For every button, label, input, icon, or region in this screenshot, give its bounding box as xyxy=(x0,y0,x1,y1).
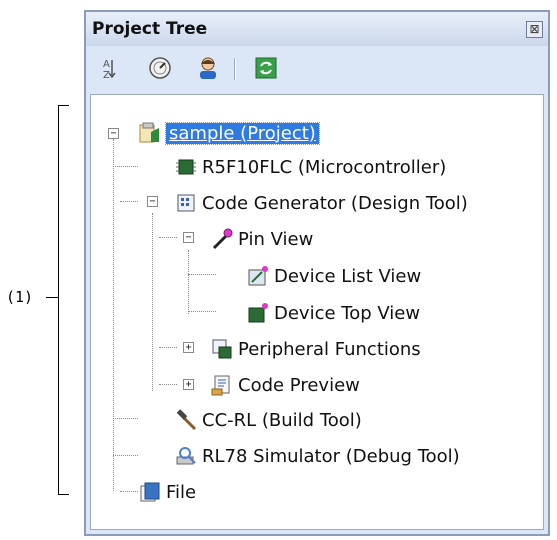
microcontroller-icon xyxy=(176,159,196,175)
tree-item-debug-tool[interactable]: RL78 Simulator (Debug Tool) xyxy=(175,443,460,469)
tree-connector xyxy=(188,274,216,275)
code-generator-icon xyxy=(177,194,195,212)
tree-item-label: File xyxy=(166,481,197,503)
peripheral-functions-expand-toggle[interactable]: + xyxy=(183,342,194,353)
user-button[interactable] xyxy=(196,56,220,80)
tree-connector xyxy=(159,347,177,348)
code-generator-collapse-toggle[interactable]: − xyxy=(147,196,158,207)
toolbar-separator xyxy=(234,58,236,80)
tree-item-label: Code Preview xyxy=(238,374,360,396)
debug-tool-icon xyxy=(176,447,196,465)
project-tree: − − − + + + sample (Project) R5F10FLC (M… xyxy=(90,94,544,530)
panel-title: Project Tree xyxy=(92,19,208,39)
close-button[interactable]: ⊠ xyxy=(526,21,543,38)
tree-item-file[interactable]: File xyxy=(139,479,196,505)
tree-connector xyxy=(159,384,177,385)
user-icon xyxy=(200,57,216,79)
tree-item-label: sample (Project) xyxy=(165,121,320,145)
root-collapse-toggle[interactable]: − xyxy=(108,128,119,139)
project-tree-panel: Project Tree ⊠ A Z − − − + + sample (Pro… xyxy=(84,10,550,536)
tree-connector xyxy=(113,139,114,491)
tree-item-code-generator[interactable]: Code Generator (Design Tool) xyxy=(175,190,468,216)
tree-connector xyxy=(113,455,138,456)
property-icon xyxy=(149,57,171,79)
refresh-icon xyxy=(255,57,277,79)
svg-text:A: A xyxy=(103,59,110,70)
tree-item-label: Device List View xyxy=(274,265,422,287)
tree-item-code-preview[interactable]: Code Preview xyxy=(211,372,360,398)
sort-az-icon: A Z xyxy=(103,59,116,81)
tree-item-microcontroller[interactable]: R5F10FLC (Microcontroller) xyxy=(175,154,446,180)
code-preview-icon xyxy=(211,375,230,396)
annotation-label: (1) xyxy=(6,288,34,306)
tree-item-peripheral-functions[interactable]: Peripheral Functions xyxy=(211,336,421,362)
tree-item-build-tool[interactable]: CC-RL (Build Tool) xyxy=(175,407,362,433)
tree-item-label: Pin View xyxy=(238,228,314,250)
peripheral-functions-icon xyxy=(212,339,232,359)
tree-connector xyxy=(120,491,138,492)
code-preview-expand-toggle[interactable]: + xyxy=(183,379,194,390)
tree-item-label: R5F10FLC (Microcontroller) xyxy=(202,156,447,178)
tree-item-label: CC-RL (Build Tool) xyxy=(202,409,362,431)
device-list-view-icon xyxy=(248,266,268,286)
tree-item-label: Peripheral Functions xyxy=(238,338,421,360)
tree-connector xyxy=(120,201,138,202)
project-icon xyxy=(139,122,159,143)
tree-item-label: Device Top View xyxy=(274,302,421,324)
panel-titlebar: Project Tree ⊠ xyxy=(86,12,548,46)
refresh-button[interactable] xyxy=(254,56,278,80)
pin-view-icon xyxy=(212,228,233,250)
tree-item-label: RL78 Simulator (Debug Tool) xyxy=(202,445,460,467)
tree-connector xyxy=(113,166,138,167)
property-button[interactable] xyxy=(148,56,172,80)
tree-connector xyxy=(113,418,138,419)
tree-connector xyxy=(159,237,177,238)
sort-az-button[interactable]: A Z xyxy=(96,56,120,81)
device-top-view-icon xyxy=(248,303,268,323)
annotation-tick xyxy=(46,297,58,298)
hammer-icon xyxy=(176,409,197,431)
tree-connector xyxy=(188,250,189,314)
annotation-bracket xyxy=(58,105,69,495)
tree-connector xyxy=(152,213,153,391)
tree-item-device-list-view[interactable]: Device List View xyxy=(247,263,421,289)
tree-item-device-top-view[interactable]: Device Top View xyxy=(247,300,420,326)
tree-item-label: Code Generator (Design Tool) xyxy=(202,192,468,214)
svg-text:Z: Z xyxy=(103,70,110,80)
pin-view-collapse-toggle[interactable]: − xyxy=(183,232,194,243)
tree-item-pin-view[interactable]: Pin View xyxy=(211,226,313,252)
tree-item-project[interactable]: sample (Project) xyxy=(139,120,320,146)
file-folder-icon xyxy=(140,482,160,502)
tree-connector xyxy=(188,311,216,312)
toolbar: A Z xyxy=(86,48,548,88)
